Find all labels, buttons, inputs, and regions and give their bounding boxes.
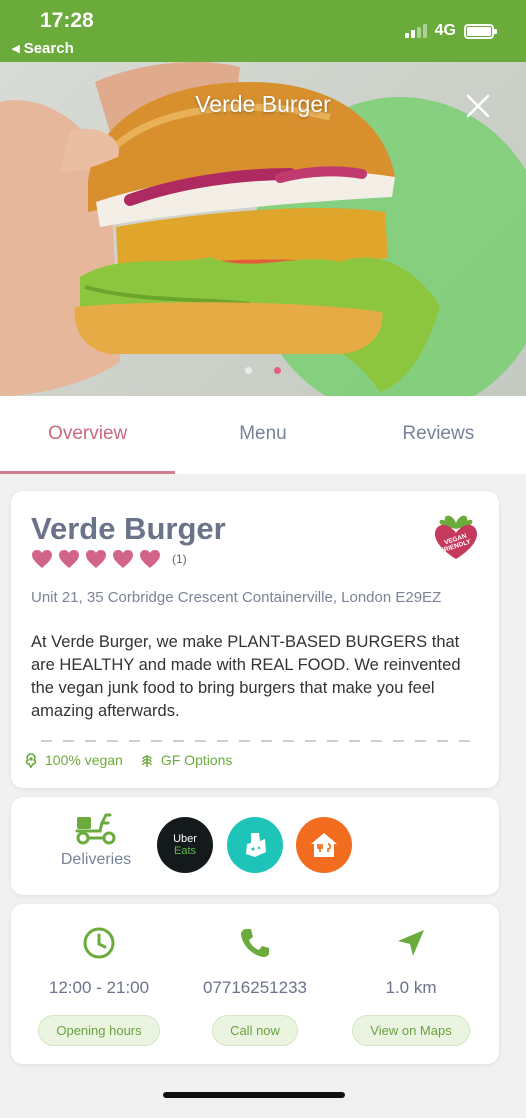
wheat-icon [142,755,152,767]
tab-bar: Overview Menu Reviews [0,396,526,474]
contact-card: 12:00 - 21:00 Opening hours 07716251233 … [11,904,499,1064]
clock-icon [83,927,115,959]
view-on-maps-button[interactable]: View on Maps [352,1015,470,1046]
deliveries-section: Deliveries [51,811,141,869]
uber-eats-line1: Uber [173,833,197,845]
heart-icon [86,550,106,568]
deliveries-card: Deliveries Uber Eats [11,797,499,895]
tag-gluten-free: GF Options [139,752,233,768]
opening-hours-button[interactable]: Opening hours [38,1015,160,1046]
tag-gluten-free-label: GF Options [160,752,233,768]
call-now-button[interactable]: Call now [212,1015,298,1046]
status-bar: 17:28 ◂ Search 4G [0,0,526,62]
tab-menu[interactable]: Menu [175,396,350,474]
vegan-friendly-badge-icon: VEGAN FRIENDLY [435,515,477,559]
deliveries-label: Deliveries [60,851,132,868]
heart-icon [113,550,133,568]
uber-eats-button[interactable]: Uber Eats [157,817,213,873]
vegan-leaf-icon [25,753,37,768]
location-arrow-icon [398,930,424,956]
heart-icon [32,550,52,568]
scooter-icon [75,813,116,845]
status-indicators: 4G [404,22,497,40]
restaurant-address: Unit 21, 35 Corbridge Crescent Container… [31,589,442,606]
rating-hearts: (1) [31,549,187,569]
hero-title: Verde Burger [195,91,331,117]
restaurant-description: At Verde Burger, we make PLANT-BASED BUR… [31,633,461,720]
status-time: 17:28 [40,9,94,32]
restaurant-name: Verde Burger [31,511,226,546]
phone-section: 07716251233 Call now [175,926,335,1046]
deliveroo-kangaroo-icon [246,833,266,857]
back-to-search-link[interactable]: ◂ Search [12,39,74,57]
signal-icon [404,24,427,38]
heart-icon [140,550,160,568]
tab-reviews[interactable]: Reviews [351,396,526,474]
tag-vegan-label: 100% vegan [45,752,123,768]
battery-icon [464,23,497,39]
heart-icon [59,550,79,568]
distance-value: 1.0 km [385,978,437,997]
divider [41,740,475,742]
opening-hours-section: 12:00 - 21:00 Opening hours [19,926,179,1046]
phone-value[interactable]: 07716251233 [175,978,335,998]
dietary-tags: 100% vegan GF Options [23,752,232,768]
distance-section: 1.0 km View on Maps [331,926,491,1046]
tag-vegan: 100% vegan [23,752,123,768]
carousel-dot-active[interactable] [274,367,281,374]
deliveroo-button[interactable] [227,817,283,873]
hero-image-carousel[interactable]: Verde Burger [0,62,526,396]
network-label: 4G [434,22,456,39]
rating-count: (1) [172,552,187,566]
phone-icon [241,929,269,957]
close-icon[interactable] [464,92,492,120]
uber-eats-line2: Eats [173,845,196,857]
opening-hours-value: 12:00 - 21:00 [48,978,150,997]
carousel-dot[interactable] [245,367,252,374]
home-indicator[interactable] [163,1092,345,1098]
carousel-dots[interactable] [0,367,526,374]
restaurant-info-card: Verde Burger VEGAN FRIENDLY (1) Unit 21,… [11,491,499,788]
just-eat-house-icon [311,833,337,857]
tab-overview[interactable]: Overview [0,396,176,474]
just-eat-button[interactable] [296,817,352,873]
